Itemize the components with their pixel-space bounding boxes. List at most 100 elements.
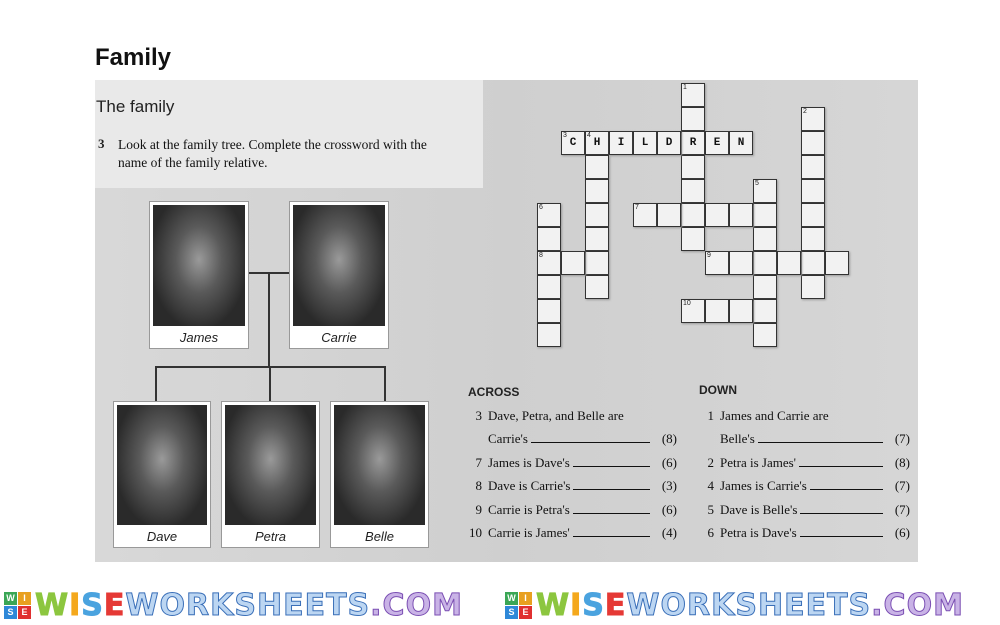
crossword-cell[interactable] <box>753 251 777 275</box>
crossword-cell[interactable] <box>729 299 753 323</box>
crossword-cell[interactable] <box>681 155 705 179</box>
clue-text: James is Dave's <box>488 454 570 470</box>
crossword-cell[interactable] <box>801 203 825 227</box>
portrait-image <box>153 205 245 326</box>
crossword-cell[interactable] <box>729 251 753 275</box>
answer-blank <box>573 479 651 490</box>
clue-num: 1 <box>707 408 715 423</box>
crossword-cell[interactable] <box>753 323 777 347</box>
crossword-cell[interactable] <box>753 227 777 251</box>
clue-item: 5 Dave is Belle's (7) <box>694 501 911 518</box>
logo-box-letter: E <box>519 605 532 619</box>
crossword-cell[interactable] <box>825 251 849 275</box>
tree-line <box>268 272 270 368</box>
clue-text: Carrie's <box>488 431 528 446</box>
clue-num: 9 <box>475 501 483 517</box>
answer-blank <box>799 526 883 537</box>
clue-item: 2 Petra is James' (8) <box>694 454 911 471</box>
crossword-cell[interactable] <box>705 299 729 323</box>
clue-item: 1 James and Carrie are <box>694 408 910 424</box>
clue-item: 3 Dave, Petra, and Belle are <box>462 408 677 424</box>
logo-box-letter: I <box>519 591 532 605</box>
clue-item: 8 Dave is Carrie's (3) <box>462 478 678 494</box>
crossword-cell[interactable] <box>801 179 825 203</box>
answer-length: (6) <box>661 501 677 517</box>
crossword-cell[interactable] <box>585 203 609 227</box>
clue-number: 5 <box>755 180 759 187</box>
crossword-cell[interactable] <box>537 275 561 299</box>
crossword-cell[interactable] <box>585 275 609 299</box>
crossword-cell[interactable] <box>705 203 729 227</box>
crossword-cell[interactable] <box>681 107 705 131</box>
clue-number: 9 <box>707 252 711 259</box>
name-label: Carrie <box>321 330 357 345</box>
answer-length: (8) <box>661 431 677 446</box>
clue-number: 10 <box>683 300 691 307</box>
crossword-cell[interactable] <box>753 275 777 299</box>
crossword-cell[interactable]: 2 <box>801 107 825 131</box>
clue-number: 3 <box>563 132 567 139</box>
name-label: Belle <box>365 529 394 544</box>
crossword-cell[interactable] <box>537 227 561 251</box>
crossword-cell[interactable] <box>537 299 561 323</box>
crossword-cell[interactable] <box>585 179 609 203</box>
answer-blank <box>572 456 650 467</box>
crossword-cell[interactable] <box>801 275 825 299</box>
crossword-cell[interactable] <box>681 179 705 203</box>
answer-blank <box>799 456 883 467</box>
crossword-cell[interactable]: 10 <box>681 299 705 323</box>
crossword-cell[interactable] <box>681 227 705 251</box>
crossword-cell[interactable] <box>585 155 609 179</box>
clue-number: 8 <box>539 252 543 259</box>
tree-line <box>155 366 157 402</box>
crossword-cell[interactable] <box>585 251 609 275</box>
logo-box-letter: E <box>18 605 31 619</box>
crossword-cell[interactable]: 5 <box>753 179 777 203</box>
name-label: James <box>179 330 219 345</box>
clue-text: James is Carrie's <box>720 478 807 493</box>
answer-blank <box>572 503 650 514</box>
clue-num: 7 <box>475 454 483 470</box>
answer-blank <box>800 503 884 514</box>
crossword-cell[interactable]: 7 <box>633 203 657 227</box>
crossword-cell[interactable]: 8 <box>537 251 561 275</box>
crossword-cell[interactable] <box>585 227 609 251</box>
answer-blank <box>530 432 650 443</box>
crossword-cell[interactable] <box>801 251 825 275</box>
clue-num: 6 <box>707 525 715 540</box>
tree-line <box>269 366 271 402</box>
logo-box-letter: S <box>505 605 518 619</box>
answer-length: (6) <box>894 525 910 540</box>
crossword-cell[interactable] <box>753 299 777 323</box>
crossword-cell[interactable] <box>801 131 825 155</box>
crossword-cell[interactable] <box>657 203 681 227</box>
crossword-cell[interactable]: 1 <box>681 83 705 107</box>
crossword-cell[interactable] <box>537 323 561 347</box>
answer-length: (7) <box>894 431 910 446</box>
answer-length: (8) <box>894 454 910 470</box>
clue-item: Belle's (7) <box>694 431 910 447</box>
instruction-number: 3 <box>98 136 105 151</box>
crossword-cell[interactable] <box>561 251 585 275</box>
clue-text: James and Carrie are <box>720 408 829 423</box>
logo-box-letter: W <box>4 591 17 605</box>
crossword-cell[interactable] <box>729 203 753 227</box>
crossword-cell[interactable] <box>801 155 825 179</box>
crossword-cell[interactable]: 9 <box>705 251 729 275</box>
clue-number: 1 <box>683 84 687 91</box>
wise-logo-icon: WISE <box>4 591 31 619</box>
crossword-cell[interactable]: 6 <box>537 203 561 227</box>
crossword-cell[interactable] <box>753 203 777 227</box>
logo-box-letter: W <box>505 591 518 605</box>
clue-text: Carrie is Petra's <box>488 501 570 517</box>
footer-logo: W I S E WISEWORKSHEETS.COM <box>4 587 463 623</box>
crossword-cell[interactable] <box>777 251 801 275</box>
photo-james: James <box>149 201 249 349</box>
crossword-cell[interactable] <box>681 203 705 227</box>
clue-text: Dave is Belle's <box>720 501 798 517</box>
instruction-text: Look at the family tree. Complete the cr… <box>118 137 427 170</box>
tree-line <box>384 366 386 402</box>
crossword-cell[interactable] <box>801 227 825 251</box>
clue-num: 2 <box>707 454 715 470</box>
logo-text: WISEWORKSHEETS.COM <box>535 587 964 623</box>
